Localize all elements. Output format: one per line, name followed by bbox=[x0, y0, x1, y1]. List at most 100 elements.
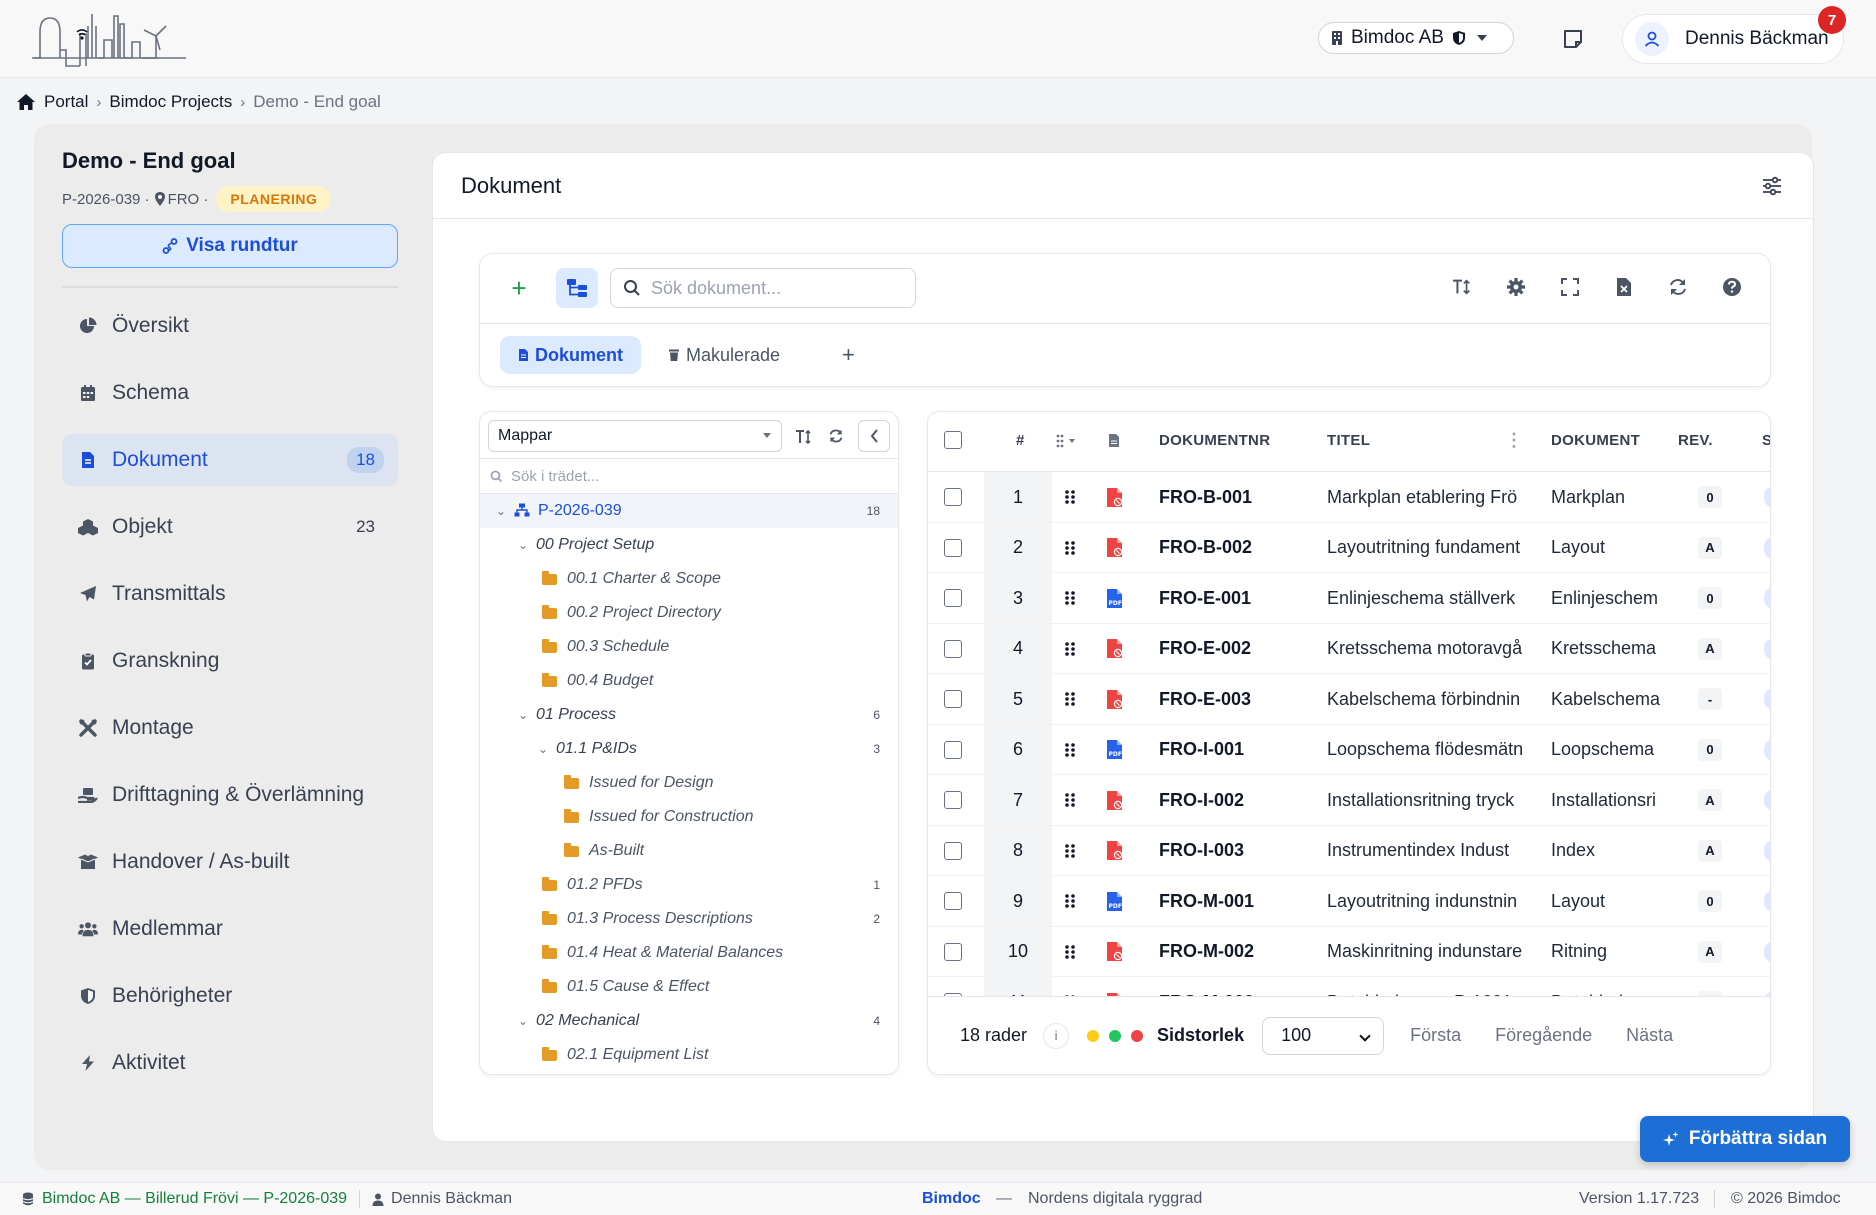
sidebar-item-granskning[interactable]: Granskning bbox=[62, 635, 398, 687]
row-checkbox[interactable] bbox=[944, 791, 962, 809]
tree-node[interactable]: ⌄ 00 Project Setup bbox=[480, 528, 898, 562]
table-row[interactable]: 7 FRO-I-002 Installationsritning tryck Inst… bbox=[928, 775, 1770, 826]
row-checkbox[interactable] bbox=[944, 841, 962, 860]
chevron-down-icon[interactable]: ⌄ bbox=[516, 538, 530, 552]
pdf-error-icon[interactable] bbox=[1106, 826, 1124, 876]
sort-icon[interactable] bbox=[790, 420, 818, 452]
drag-handle-icon[interactable] bbox=[1064, 523, 1076, 573]
drag-handle-icon[interactable] bbox=[1064, 775, 1076, 825]
column-header-docnr[interactable]: DOKUMENTNR bbox=[1159, 432, 1270, 449]
select-all-checkbox[interactable] bbox=[944, 431, 962, 449]
chevron-down-icon[interactable]: ⌄ bbox=[516, 1014, 530, 1028]
tree-refresh-icon[interactable] bbox=[822, 420, 850, 452]
improve-page-button[interactable]: Förbättra sidan bbox=[1640, 1116, 1850, 1162]
document-number[interactable]: FRO-I-003 bbox=[1159, 826, 1319, 876]
column-header-rev[interactable]: REV. bbox=[1678, 432, 1713, 449]
sidebar-item-transmittals[interactable]: Transmittals bbox=[62, 568, 398, 620]
breadcrumb-projects[interactable]: Bimdoc Projects bbox=[109, 92, 232, 112]
tree-node[interactable]: ⌄ 02 Mechanical 4 bbox=[480, 1004, 898, 1038]
row-checkbox[interactable] bbox=[944, 538, 962, 557]
chevron-down-icon[interactable]: ⌄ bbox=[516, 708, 530, 722]
sidebar-item-objekt[interactable]: Objekt 23 bbox=[62, 501, 398, 553]
fullscreen-icon[interactable] bbox=[1560, 276, 1580, 298]
drag-handle-icon[interactable] bbox=[1064, 472, 1076, 522]
table-row[interactable]: 1 FRO-B-001 Markplan etablering Frö Markpla… bbox=[928, 472, 1770, 523]
sidebar-item-handover-as-built[interactable]: Handover / As-built bbox=[62, 836, 398, 888]
drag-handle-icon[interactable] bbox=[1064, 826, 1076, 876]
text-size-icon[interactable] bbox=[1452, 276, 1472, 298]
user-menu[interactable]: Dennis Bäckman bbox=[1622, 14, 1844, 64]
add-document-button[interactable]: + bbox=[506, 275, 532, 302]
pdf-error-icon[interactable] bbox=[1106, 472, 1124, 522]
footer-brand[interactable]: Bimdoc bbox=[922, 1190, 981, 1208]
tree-node[interactable]: Issued for Design bbox=[480, 766, 898, 800]
sidebar-item-medlemmar[interactable]: Medlemmar bbox=[62, 903, 398, 955]
pdf-error-icon[interactable] bbox=[1106, 927, 1124, 977]
table-row[interactable]: 10 FRO-M-002 Maskinritning indunstare Ritni… bbox=[928, 926, 1770, 977]
drag-handle-icon[interactable] bbox=[1064, 573, 1076, 623]
tree-node[interactable]: 01.4 Heat & Material Balances bbox=[480, 936, 898, 970]
tree-node[interactable]: 01.3 Process Descriptions 2 bbox=[480, 902, 898, 936]
breadcrumb-portal[interactable]: Portal bbox=[44, 92, 88, 112]
previous-page-button[interactable]: Föregående bbox=[1495, 1025, 1592, 1046]
sidebar-item-montage[interactable]: Montage bbox=[62, 702, 398, 754]
sliders-icon[interactable] bbox=[1761, 175, 1783, 197]
table-row[interactable]: 2 FRO-B-002 Layoutritning fundament Layout A bbox=[928, 522, 1770, 573]
tree-node[interactable]: Issued for Construction bbox=[480, 800, 898, 834]
document-search-input[interactable]: Sök dokument... bbox=[610, 268, 916, 308]
document-number[interactable]: FRO-B-002 bbox=[1159, 523, 1319, 573]
pdf-file-icon[interactable]: PDF bbox=[1106, 573, 1124, 623]
sidebar-item-dokument[interactable]: Dokument 18 bbox=[62, 434, 398, 486]
document-number[interactable]: FRO-M-001 bbox=[1159, 876, 1319, 926]
company-logo[interactable] bbox=[32, 10, 186, 68]
sidebar-item-drifttagning-överlämning[interactable]: Drifttagning & Överlämning bbox=[62, 769, 398, 821]
export-file-icon[interactable] bbox=[1614, 276, 1634, 298]
tab-documents[interactable]: Dokument bbox=[500, 336, 642, 374]
sidebar-item-schema[interactable]: Schema bbox=[62, 367, 398, 419]
row-checkbox[interactable] bbox=[944, 942, 962, 961]
pdf-error-icon[interactable] bbox=[1106, 674, 1124, 724]
pdf-error-icon[interactable] bbox=[1106, 775, 1124, 825]
sidebar-item-översikt[interactable]: Översikt bbox=[62, 300, 398, 352]
table-row[interactable]: 9 PDF FRO-M-001 Layoutritning indunstnin Lay… bbox=[928, 876, 1770, 927]
tree-node[interactable]: As-Built bbox=[480, 834, 898, 868]
help-icon[interactable] bbox=[1722, 276, 1742, 298]
show-tour-button[interactable]: Visa rundtur bbox=[62, 224, 398, 268]
pdf-error-icon[interactable] bbox=[1106, 523, 1124, 573]
tree-node[interactable]: 00.1 Charter & Scope bbox=[480, 562, 898, 596]
sidebar-item-behörigheter[interactable]: Behörigheter bbox=[62, 970, 398, 1022]
document-number[interactable]: FRO-E-001 bbox=[1159, 573, 1319, 623]
document-number[interactable]: FRO-I-001 bbox=[1159, 725, 1319, 775]
drag-handle-icon[interactable] bbox=[1064, 674, 1076, 724]
row-checkbox[interactable] bbox=[944, 589, 962, 607]
page-size-select[interactable]: 100 bbox=[1262, 1016, 1385, 1055]
row-checkbox[interactable] bbox=[944, 639, 962, 658]
chevron-down-icon[interactable]: ⌄ bbox=[494, 504, 508, 518]
column-header-number[interactable]: # bbox=[1016, 432, 1025, 449]
pdf-error-icon[interactable] bbox=[1106, 624, 1124, 674]
tree-node[interactable]: ⌄ 01 Process 6 bbox=[480, 698, 898, 732]
drag-handle-header-icon[interactable] bbox=[1056, 434, 1078, 452]
row-checkbox[interactable] bbox=[944, 488, 962, 506]
notification-badge[interactable]: 7 bbox=[1818, 6, 1846, 34]
column-header-title[interactable]: TITEL bbox=[1327, 432, 1370, 449]
sidebar-item-aktivitet[interactable]: Aktivitet bbox=[62, 1037, 398, 1089]
document-number[interactable]: FRO-E-002 bbox=[1159, 624, 1319, 674]
notes-icon[interactable] bbox=[1560, 26, 1586, 52]
drag-handle-icon[interactable] bbox=[1064, 876, 1076, 926]
tree-node[interactable]: 01.5 Cause & Effect bbox=[480, 970, 898, 1004]
pdf-file-icon[interactable]: PDF bbox=[1106, 876, 1124, 926]
tree-node[interactable]: ⌄ 01.1 P&IDs 3 bbox=[480, 732, 898, 766]
document-number[interactable]: FRO-M-002 bbox=[1159, 927, 1319, 977]
refresh-icon[interactable] bbox=[1668, 276, 1688, 298]
table-row[interactable]: 4 FRO-E-002 Kretsschema motoravgå Kretssche… bbox=[928, 623, 1770, 674]
drag-handle-icon[interactable] bbox=[1064, 624, 1076, 674]
collapse-tree-button[interactable] bbox=[858, 420, 890, 452]
drag-handle-icon[interactable] bbox=[1064, 725, 1076, 775]
tree-search-input[interactable]: Sök i trädet... bbox=[480, 458, 898, 494]
document-number[interactable]: FRO-I-002 bbox=[1159, 775, 1319, 825]
tree-node[interactable]: 01.2 PFDs 1 bbox=[480, 868, 898, 902]
column-header-doctype[interactable]: DOKUMENT bbox=[1551, 432, 1640, 449]
tree-node[interactable]: ⌄ P-2026-039 18 bbox=[480, 494, 898, 528]
gear-icon[interactable] bbox=[1506, 276, 1526, 298]
